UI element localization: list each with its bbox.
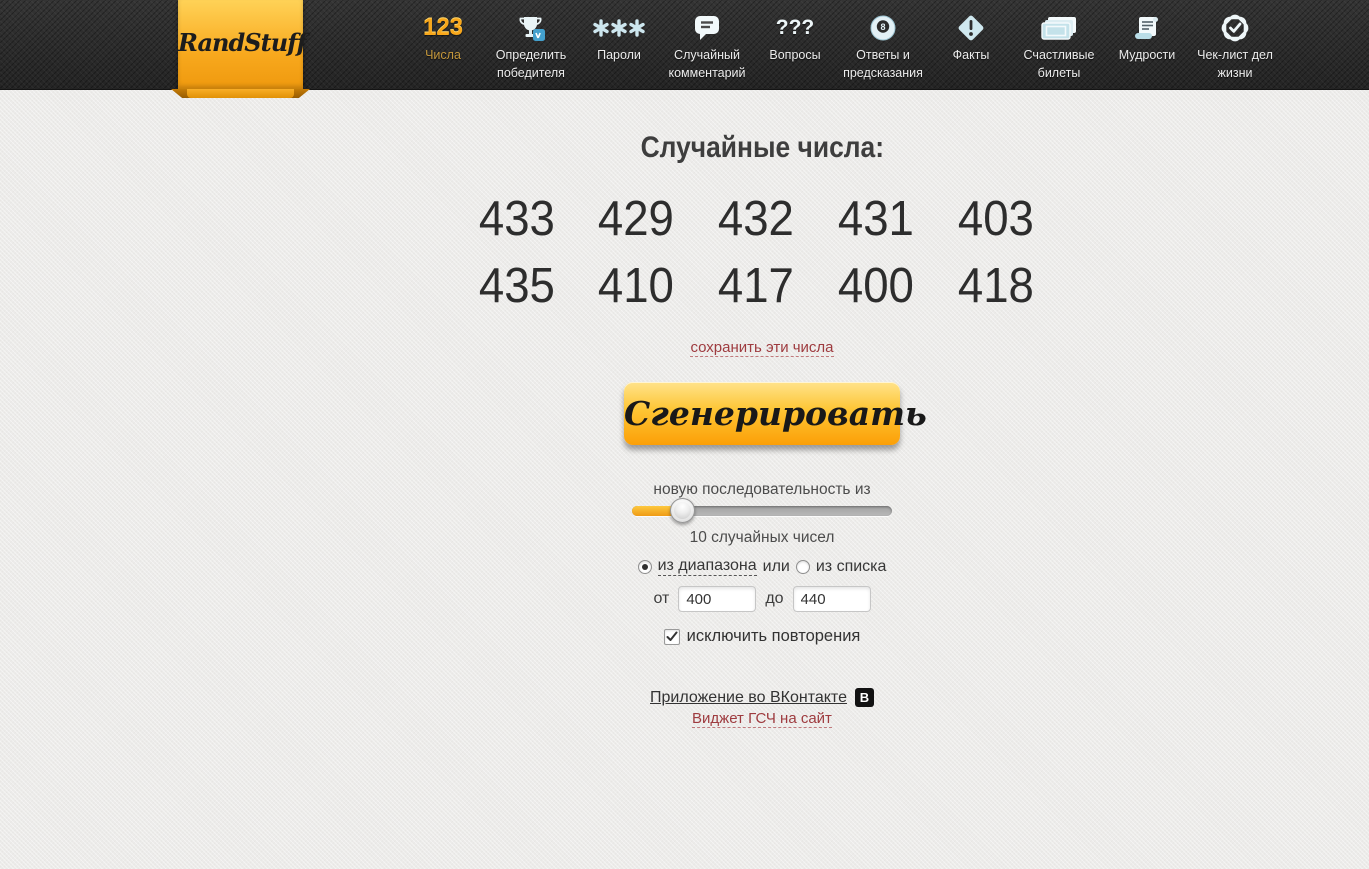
- tickets-icon: [1015, 9, 1103, 46]
- scroll-icon: [1103, 9, 1191, 46]
- range-to-input[interactable]: [792, 586, 871, 612]
- nav-item-numbers[interactable]: 123 Числа: [399, 0, 487, 90]
- nav-label: Определить победителя: [495, 48, 567, 80]
- nav-item-life-checklist[interactable]: Чек-лист дел жизни: [1191, 0, 1279, 90]
- range-to-label: до: [765, 590, 784, 607]
- asterisks-icon: [575, 9, 663, 46]
- nav-item-random-comment[interactable]: Случайный комментарий: [663, 0, 751, 90]
- radio-from-list[interactable]: [795, 559, 810, 574]
- page: 123 Числа Определить победителя Пароли С…: [0, 0, 1369, 869]
- number-value: 403: [957, 192, 1034, 246]
- nav-label: Случайный комментарий: [668, 48, 746, 80]
- magic-eight-ball-icon: 8: [839, 9, 927, 46]
- range-from-input[interactable]: [678, 586, 757, 612]
- vk-icon[interactable]: В: [854, 688, 874, 707]
- nav-label: Пароли: [597, 48, 641, 62]
- nav-item-pick-winner[interactable]: Определить победителя: [487, 0, 575, 90]
- nav-label: Вопросы: [769, 48, 821, 62]
- mode-list-label[interactable]: из списка: [816, 558, 887, 576]
- widget-row: Виджет ГСЧ на сайт: [462, 710, 1062, 728]
- slider-label-below: 10 случайных чисел: [689, 529, 835, 546]
- nav-label: Факты: [952, 48, 990, 62]
- numbers-row-2: 435 410 417 400 418: [456, 253, 1056, 320]
- nav-item-facts[interactable]: Факты: [927, 0, 1015, 90]
- number-value: 433: [478, 192, 555, 246]
- exclude-repeats-checkbox[interactable]: [663, 628, 680, 645]
- number-value: 400: [837, 259, 914, 313]
- exclamation-diamond-icon: [927, 9, 1015, 46]
- mode-or-label: или: [762, 557, 790, 575]
- number-value: 435: [478, 259, 555, 313]
- mode-selector-row: из диапазона или из списка: [462, 557, 1062, 576]
- nav-label: Мудрости: [1118, 48, 1176, 62]
- trophy-vk-icon: [487, 9, 575, 46]
- svg-text:8: 8: [880, 21, 885, 31]
- count-slider: [632, 498, 892, 523]
- radio-from-range[interactable]: [637, 559, 652, 574]
- save-row: сохранить эти числа: [462, 339, 1062, 357]
- number-value: 429: [598, 192, 675, 246]
- range-from-label: от: [653, 590, 670, 607]
- number-value: 410: [598, 259, 675, 313]
- generate-row: Сгенерировать: [462, 382, 1062, 453]
- logo-ribbon[interactable]: RandStuff: [178, 0, 307, 98]
- nav-item-wisdoms[interactable]: Мудрости: [1103, 0, 1191, 90]
- mode-range-label[interactable]: из диапазона: [657, 557, 757, 576]
- page-title: Случайные числа:: [640, 131, 884, 164]
- generate-button[interactable]: Сгенерировать: [624, 382, 927, 453]
- number-value: 418: [957, 259, 1034, 313]
- slider-label-above: новую последовательность из: [653, 481, 871, 498]
- nav-item-questions[interactable]: ??? Вопросы: [751, 0, 839, 90]
- number-value: 431: [837, 192, 914, 246]
- rng-widget-link[interactable]: Виджет ГСЧ на сайт: [692, 710, 832, 728]
- exclude-repeats-row: исключить повторения: [462, 627, 1062, 646]
- nav-item-passwords[interactable]: Пароли: [575, 0, 663, 90]
- question-marks-icon: ???: [775, 15, 815, 39]
- vk-app-row: Приложение во ВКонтакте В: [462, 688, 1062, 707]
- slider-handle[interactable]: [670, 498, 695, 523]
- check-seal-icon: [1191, 9, 1279, 46]
- logo-text: RandStuff: [178, 28, 307, 57]
- range-inputs-row: от до: [462, 586, 1062, 612]
- nav-label: Чек-лист дел жизни: [1197, 48, 1273, 80]
- save-numbers-link[interactable]: сохранить эти числа: [690, 339, 834, 357]
- main-nav: 123 Числа Определить победителя Пароли С…: [399, 0, 1279, 90]
- nav-item-lucky-tickets[interactable]: Счастливые билеты: [1015, 0, 1103, 90]
- number-value: 417: [717, 259, 795, 313]
- slider-track[interactable]: [632, 498, 892, 523]
- speech-bubble-icon: [663, 9, 751, 46]
- random-numbers-grid: 433 429 432 431 403 435 410 417 400 418: [456, 186, 1056, 320]
- nav-item-answers-predictions[interactable]: 8 Ответы и предсказания: [839, 0, 927, 90]
- exclude-repeats-label[interactable]: исключить повторения: [687, 627, 861, 646]
- numbers-row-1: 433 429 432 431 403: [456, 186, 1056, 253]
- nav-label: Числа: [425, 48, 461, 62]
- nav-label: Ответы и предсказания: [843, 48, 923, 80]
- nav-label: Счастливые билеты: [1023, 48, 1095, 80]
- number-value: 432: [717, 192, 795, 246]
- numbers-123-icon: 123: [422, 13, 464, 41]
- vk-app-link[interactable]: Приложение во ВКонтакте: [650, 689, 847, 707]
